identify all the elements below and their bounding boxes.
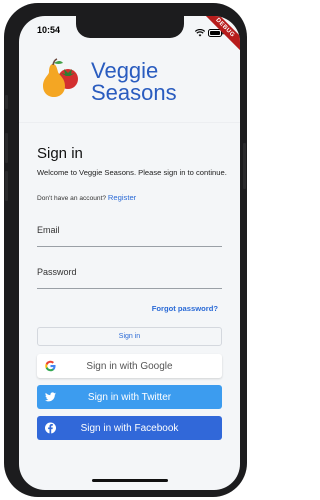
home-indicator[interactable] [91, 479, 168, 482]
twitter-sign-in-label: Sign in with Twitter [87, 391, 172, 403]
volume-down-button [5, 171, 8, 201]
power-button [243, 143, 246, 189]
facebook-sign-in-label: Sign in with Facebook [80, 422, 179, 434]
google-icon [45, 360, 56, 372]
app-name-line1: Veggie [91, 57, 159, 83]
sign-in-button-label: Sign in [118, 333, 141, 340]
no-account-text: Don't have an account? [37, 195, 107, 202]
google-sign-in-button[interactable]: Sign in with Google [37, 354, 222, 378]
status-time: 10:54 [37, 25, 61, 35]
password-field-underline [37, 288, 222, 289]
wifi-icon [194, 24, 206, 42]
pear-icon [43, 58, 65, 97]
email-field[interactable]: Email [37, 225, 60, 235]
app-name-line2: Seasons [91, 79, 177, 105]
app-name: Veggie Seasons [91, 57, 177, 105]
welcome-text: Welcome to Veggie Seasons. Please sign i… [37, 168, 227, 177]
register-link[interactable]: Register [108, 193, 136, 202]
forgot-password-link[interactable]: Forgot password? [152, 304, 218, 313]
silent-switch [5, 95, 8, 109]
facebook-icon [45, 422, 56, 434]
notch [75, 16, 184, 38]
google-sign-in-label: Sign in with Google [86, 360, 173, 372]
sign-in-button[interactable]: Sign in [37, 327, 222, 346]
page-title: Sign in [37, 145, 83, 162]
twitter-icon [45, 392, 56, 402]
twitter-sign-in-button[interactable]: Sign in with Twitter [37, 385, 222, 409]
screen: 10:54 DEBUG Veggie Seasons Sign in Welco… [19, 16, 240, 490]
register-prompt: Don't have an account? Register [37, 193, 136, 202]
email-field-underline [37, 246, 222, 247]
password-field[interactable]: Password [37, 267, 77, 277]
app-logo-icon [37, 58, 81, 105]
facebook-sign-in-button[interactable]: Sign in with Facebook [37, 416, 222, 440]
app-header: Veggie Seasons [37, 58, 177, 105]
volume-up-button [5, 133, 8, 163]
header-divider [19, 122, 240, 123]
phone-frame: 10:54 DEBUG Veggie Seasons Sign in Welco… [4, 3, 247, 497]
